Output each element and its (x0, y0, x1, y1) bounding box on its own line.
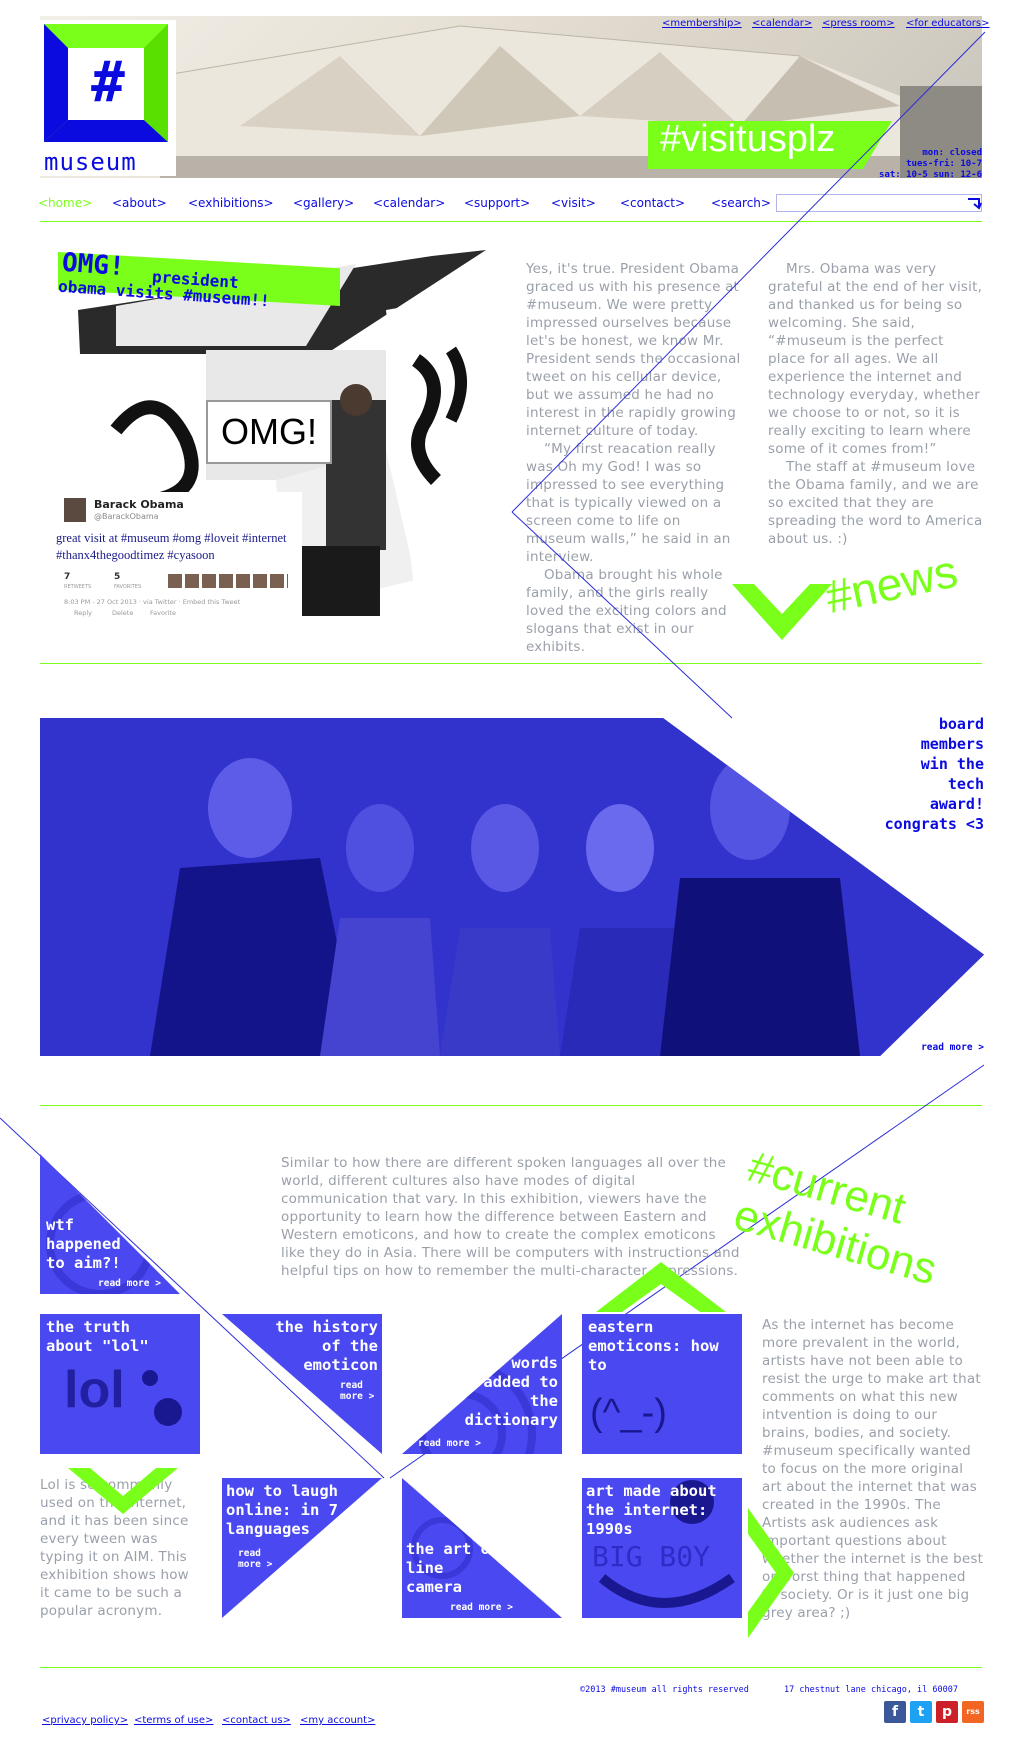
tile-laugh-title: how to laugh online: in 7 languages (226, 1482, 338, 1538)
tile-line-camera-title: the art of line camera (406, 1540, 500, 1596)
tile-line-camera-read-more[interactable]: read more > (450, 1602, 513, 1613)
tile-eastern[interactable]: eastern emoticons: how to (^_-) (582, 1314, 742, 1454)
tile-art-1990s[interactable]: BIG B0Y art made about the internet: 199… (582, 1478, 742, 1618)
tile-art-1990s-title: art made about the internet: 1990s (586, 1482, 717, 1538)
news-chevron-icon (732, 584, 832, 640)
tile-lol[interactable]: the truth about "lol" lol (40, 1314, 200, 1454)
tile-words-title: words added to the dictionary (464, 1354, 558, 1429)
board-caption-line-3: win the (920, 755, 984, 773)
footer-copyright: ©2013 #museum all rights reserved (580, 1685, 749, 1695)
search-arrow-icon[interactable] (966, 196, 982, 210)
footer-my-account[interactable]: <my account> (300, 1715, 375, 1726)
top-link-membership[interactable]: <membership> (662, 18, 742, 29)
tile-history-read-more[interactable]: read more > (340, 1380, 376, 1402)
tweet-favorite[interactable]: Favorite (150, 609, 176, 617)
news-collage: OMG! OMG! president obama visits #museum… (56, 248, 504, 622)
tile-words-read-more[interactable]: read more > (418, 1438, 481, 1449)
exhibitions-up-chevron-icon (596, 1262, 726, 1312)
footer-privacy-policy[interactable]: <privacy policy> (42, 1715, 128, 1726)
nav-visit[interactable]: <visit> (551, 196, 596, 210)
footer-divider (40, 1667, 982, 1668)
tweet-meta: 8:03 PM - 27 Oct 2013 · via Twitter · Em… (64, 598, 241, 606)
footer-address: 17 chestnut lane chicago, il 60007 (784, 1685, 958, 1695)
nav-about[interactable]: <about> (112, 196, 167, 210)
nav-support[interactable]: <support> (464, 196, 530, 210)
footer-contact-us[interactable]: <contact us> (222, 1715, 291, 1726)
nav-search[interactable]: <search> (711, 196, 771, 210)
nav-divider (40, 221, 982, 222)
board-caption: board members win the tech award! congra… (820, 714, 984, 834)
tile-art-1990s-art: BIG B0Y (592, 1540, 711, 1573)
exhibitions-down-chevron-icon (68, 1468, 178, 1514)
hero-hours: mon: closed tues-fri: 10-7 sat: 10-5 sun… (840, 148, 982, 181)
news-col-2: Mrs. Obama was very grateful at the end … (768, 261, 983, 547)
splat-icon (142, 1370, 182, 1426)
tweet-reply[interactable]: Reply (74, 609, 92, 617)
hours-mon: mon: closed (922, 148, 982, 158)
tile-line-camera[interactable]: the art of line camera read more > (402, 1478, 562, 1618)
nav-contact[interactable]: <contact> (620, 196, 685, 210)
board-caption-line-6: congrats <3 (884, 815, 984, 833)
tweet-delete[interactable]: Delete (112, 609, 133, 617)
tile-words[interactable]: words added to the dictionary read more … (402, 1314, 562, 1454)
tweet-favorites-count: 5 (114, 572, 121, 582)
tile-eastern-title: eastern emoticons: how to (588, 1318, 719, 1374)
nav-calendar[interactable]: <calendar> (373, 196, 445, 210)
board-divider (40, 1105, 982, 1106)
logo-symbol: # (91, 50, 125, 115)
tweet-avatar (64, 498, 86, 522)
top-link-press-room[interactable]: <press room> (822, 18, 895, 29)
tile-aim[interactable]: wtf happened to aim?! read more > (40, 1154, 180, 1294)
rss-icon[interactable]: rss (962, 1701, 984, 1723)
board-caption-line-2: members (920, 735, 984, 753)
nav-home[interactable]: <home> (38, 196, 92, 210)
exhibitions-right-text: As the internet has become more prevalen… (762, 1317, 984, 1621)
tile-laugh[interactable]: how to laugh online: in 7 languages read… (222, 1478, 382, 1618)
tweet-retweets-label: RETWEETS (64, 584, 92, 590)
facebook-icon[interactable]: f (884, 1701, 906, 1723)
hours-weekend: sat: 10-5 sun: 12-6 (879, 170, 982, 180)
tile-aim-read-more[interactable]: read more > (98, 1278, 161, 1289)
logo[interactable]: # museum (40, 20, 176, 176)
tweet-avatars-row (168, 574, 288, 588)
tweet-handle: @BarackObama (94, 512, 159, 521)
tile-laugh-read-more[interactable]: read more > (238, 1548, 274, 1570)
tile-eastern-art: (^_-) (590, 1392, 667, 1434)
tweet-favorites-label: FAVORITES (114, 584, 142, 590)
board-read-more[interactable]: read more > (880, 1042, 984, 1053)
search-input[interactable] (776, 194, 982, 212)
news-col-1: Yes, it's true. President Obama graced u… (526, 261, 741, 655)
news-divider (40, 663, 982, 664)
exhibitions-right-chevron-icon (748, 1508, 794, 1638)
board-caption-line-1: board (938, 715, 984, 733)
hero-hashtag: #visitusplz (660, 118, 836, 160)
board-caption-line-5: award! (929, 795, 984, 813)
pinterest-icon[interactable]: p (936, 1701, 958, 1723)
news-tag: #news (820, 544, 962, 624)
tile-aim-title: wtf happened to aim?! (46, 1216, 121, 1272)
board-caption-line-4: tech (947, 775, 984, 793)
top-link-calendar[interactable]: <calendar> (752, 18, 812, 29)
tweet-name: Barack Obama (94, 498, 184, 511)
tweet-text: great visit at #museum #omg #loveit #int… (56, 531, 287, 562)
tile-history-title: the history of the emoticon (275, 1318, 378, 1374)
nav-exhibitions[interactable]: <exhibitions> (188, 196, 274, 210)
logo-name: museum (44, 148, 137, 176)
tweet-card: Barack Obama @BarackObama great visit at… (56, 492, 302, 620)
omg-sign: OMG! (206, 400, 332, 464)
tile-history[interactable]: the history of the emoticon read more > (222, 1314, 382, 1454)
top-link-for-educators[interactable]: <for educators> (906, 18, 990, 29)
tweet-retweets-count: 7 (64, 572, 71, 582)
hours-tues-fri: tues-fri: 10-7 (906, 159, 982, 169)
nav-gallery[interactable]: <gallery> (293, 196, 354, 210)
twitter-icon[interactable]: t (910, 1701, 932, 1723)
footer-terms-of-use[interactable]: <terms of use> (134, 1715, 213, 1726)
